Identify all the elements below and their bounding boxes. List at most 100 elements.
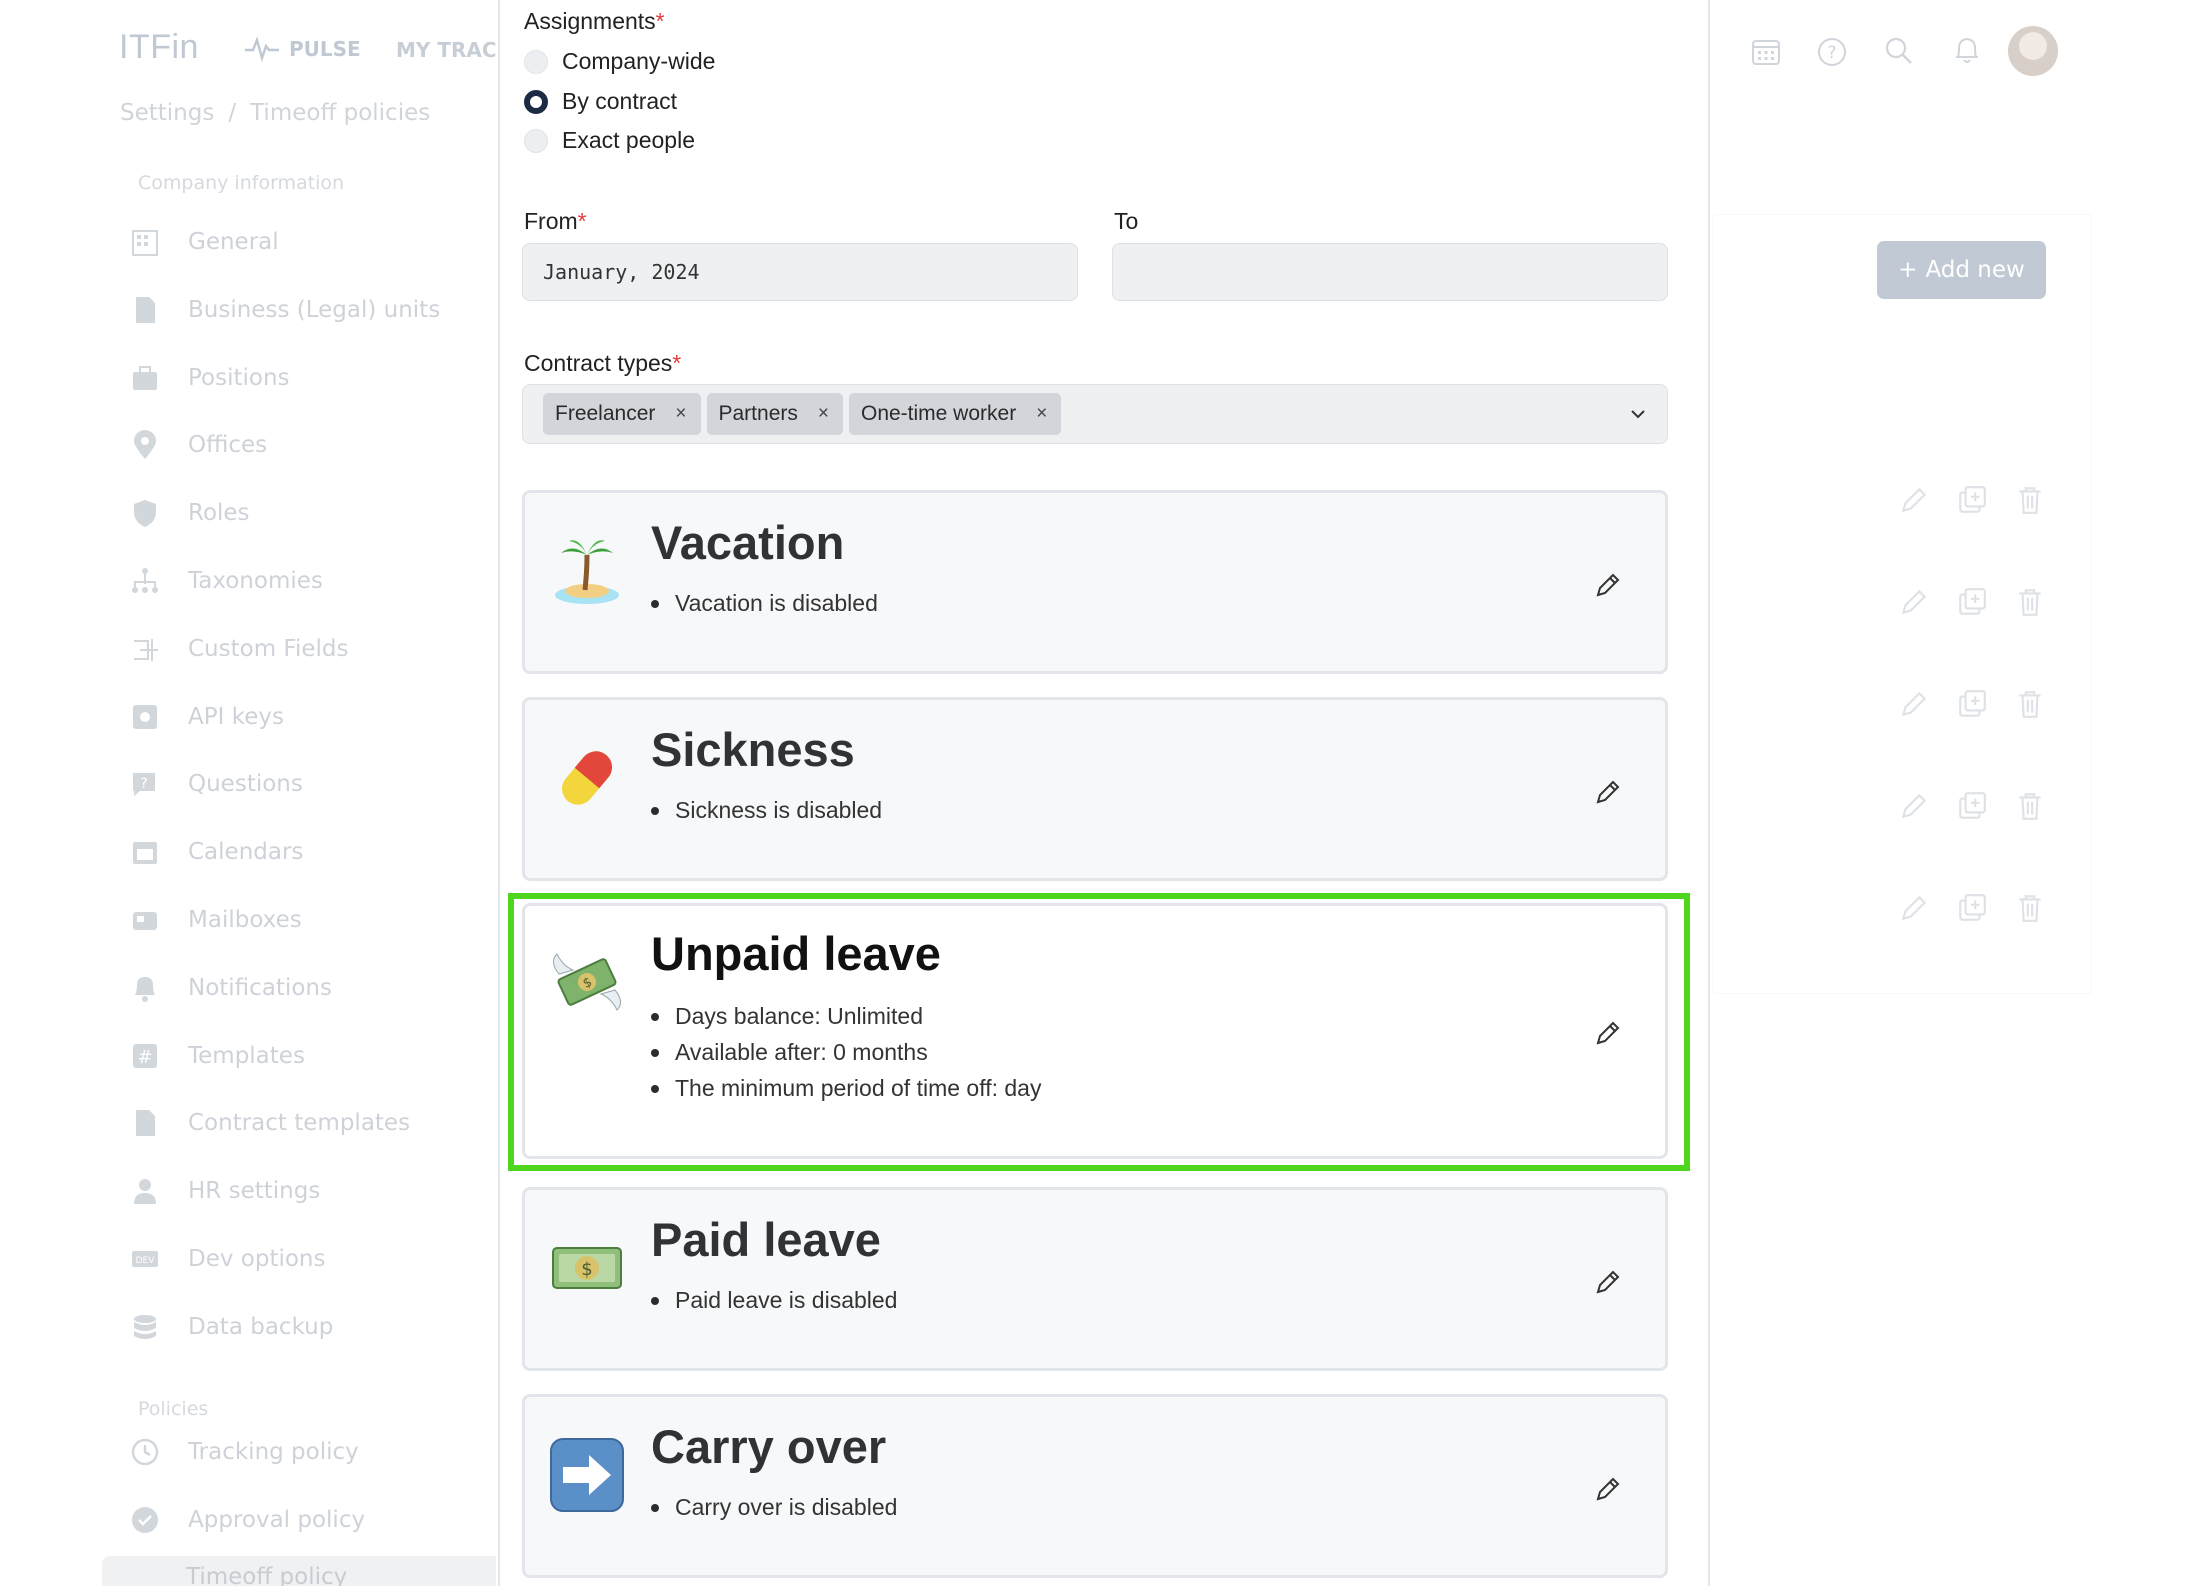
palm-island-icon (555, 540, 619, 604)
sidebar-item-approval-policy[interactable]: Approval policy (128, 1500, 365, 1540)
trash-icon[interactable] (2014, 586, 2046, 618)
edit-icon[interactable] (1898, 892, 1930, 924)
nav-my-tracker[interactable]: MY TRACKER (396, 38, 496, 62)
sidebar-item-taxonomies[interactable]: Taxonomies (128, 561, 323, 601)
sidebar-item-calendars[interactable]: Calendars (128, 832, 303, 872)
sidebar-item-api-keys[interactable]: API keys (128, 697, 284, 737)
search-icon[interactable] (1884, 36, 1914, 66)
document-icon (128, 293, 162, 327)
edit-icon[interactable] (1898, 484, 1930, 516)
sidebar-item-hr-settings[interactable]: HR settings (128, 1171, 320, 1211)
app-logo[interactable]: ITFin (119, 28, 199, 67)
avatar[interactable] (2008, 26, 2058, 76)
row-actions (1898, 484, 2046, 516)
sidebar-item-label: Business (Legal) units (188, 296, 441, 323)
help-icon[interactable]: ? (1816, 36, 1848, 68)
sidebar-item-contract-templates[interactable]: Contract templates (128, 1103, 410, 1143)
breadcrumb-separator: / (228, 100, 237, 126)
contract-types-select[interactable]: Freelancer × Partners × One-time worker × (522, 384, 1668, 444)
sidebar-item-label: HR settings (188, 1178, 321, 1205)
calendar-grid-icon[interactable] (1750, 36, 1782, 68)
duplicate-icon[interactable] (1956, 892, 1988, 924)
sidebar-item-label: Data backup (188, 1313, 334, 1340)
edit-icon[interactable] (1898, 790, 1930, 822)
add-new-button[interactable]: + Add new (1877, 241, 2046, 299)
sidebar-item-label: Approval policy (188, 1507, 366, 1533)
mailbox-icon (128, 903, 162, 937)
screen: ITFin PULSE MY TRACKER Settings / Timeof… (0, 0, 2208, 1586)
timeoff-policy-modal: Assignments* Company-wide By contract Ex… (498, 0, 1710, 1586)
sidebar-item-custom-fields[interactable]: Custom Fields (128, 629, 349, 669)
sidebar-item-notifications[interactable]: Notifications (128, 968, 332, 1008)
card-details: Carry over is disabled (650, 1489, 897, 1525)
trash-icon[interactable] (2014, 484, 2046, 516)
database-icon (128, 1310, 162, 1344)
sidebar-item-data-backup[interactable]: Data backup (128, 1307, 333, 1347)
edit-pencil-icon[interactable] (1593, 777, 1623, 807)
to-date-input[interactable] (1112, 243, 1668, 301)
bell-icon[interactable] (1952, 34, 1982, 66)
sidebar-item-label: Questions (188, 771, 303, 798)
trash-icon[interactable] (2014, 892, 2046, 924)
dev-icon: DEV (128, 1242, 162, 1276)
sidebar-item-positions[interactable]: Positions (128, 358, 290, 398)
edit-icon[interactable] (1898, 688, 1930, 720)
pulse-icon (245, 36, 279, 62)
svg-text:?: ? (1827, 43, 1836, 63)
contract-types-label: Contract types* (524, 350, 682, 376)
money-wings-icon: $ (553, 953, 621, 1011)
sidebar-item-offices[interactable]: Offices (128, 425, 267, 465)
radio-circle[interactable] (524, 49, 548, 74)
edit-icon[interactable] (1898, 586, 1930, 618)
sidebar-item-business-legal-units[interactable]: Business (Legal) units (128, 290, 440, 330)
card-title: Carry over (651, 1420, 887, 1473)
sidebar-item-label: Offices (188, 432, 268, 459)
trash-icon[interactable] (2014, 688, 2046, 720)
breadcrumb-settings[interactable]: Settings (120, 100, 214, 126)
remove-chip-icon[interactable]: × (1036, 403, 1047, 425)
radio-company-wide[interactable]: Company-wide (524, 48, 715, 75)
edit-pencil-icon[interactable] (1593, 1267, 1623, 1297)
remove-chip-icon[interactable]: × (818, 403, 829, 425)
remove-chip-icon[interactable]: × (675, 403, 686, 425)
nav-pulse[interactable]: PULSE (245, 36, 361, 62)
list-item: The minimum period of time off: day (650, 1070, 1041, 1106)
sidebar-item-timeoff-policy[interactable]: Timeoff policy (102, 1556, 496, 1586)
breadcrumb-current: Timeoff policies (250, 100, 431, 126)
edit-pencil-icon[interactable] (1593, 1474, 1623, 1504)
radio-by-contract[interactable]: By contract (524, 88, 677, 115)
radio-circle-selected[interactable] (524, 89, 548, 114)
trash-icon[interactable] (2014, 790, 2046, 822)
api-key-icon (128, 700, 162, 734)
radio-circle[interactable] (524, 128, 548, 153)
duplicate-icon[interactable] (1956, 790, 1988, 822)
sidebar-item-general[interactable]: General (128, 222, 279, 262)
list-item: Sickness is disabled (650, 792, 882, 828)
section-policies: Policies (138, 1398, 209, 1420)
edit-pencil-icon[interactable] (1593, 1018, 1623, 1048)
card-title: Paid leave (651, 1213, 881, 1266)
custom-field-icon (128, 632, 162, 666)
edit-pencil-icon[interactable] (1593, 570, 1623, 600)
sidebar-item-templates[interactable]: # Templates (128, 1036, 305, 1076)
badge-check-icon (128, 1503, 162, 1537)
duplicate-icon[interactable] (1956, 688, 1988, 720)
sidebar-item-dev-options[interactable]: DEV Dev options (128, 1239, 326, 1279)
card-details: Paid leave is disabled (650, 1282, 897, 1318)
hash-icon: # (128, 1039, 162, 1073)
chip-one-time-worker: One-time worker × (848, 393, 1062, 435)
radio-exact-people[interactable]: Exact people (524, 127, 695, 154)
plus-icon: + (1898, 257, 1918, 283)
sidebar-item-tracking-policy[interactable]: Tracking policy (128, 1432, 359, 1472)
duplicate-icon[interactable] (1956, 484, 1988, 516)
from-date-input[interactable]: January, 2024 (522, 243, 1078, 301)
chevron-down-icon[interactable] (1627, 403, 1649, 425)
sidebar-item-roles[interactable]: Roles (128, 493, 250, 533)
sidebar-item-mailboxes[interactable]: Mailboxes (128, 900, 302, 940)
card-title: Vacation (651, 516, 845, 569)
card-details: Vacation is disabled (651, 585, 878, 621)
clock-icon (128, 1435, 162, 1469)
sidebar-item-questions[interactable]: ? Questions (128, 764, 303, 804)
sidebar-item-label: General (188, 229, 279, 255)
duplicate-icon[interactable] (1956, 586, 1988, 618)
